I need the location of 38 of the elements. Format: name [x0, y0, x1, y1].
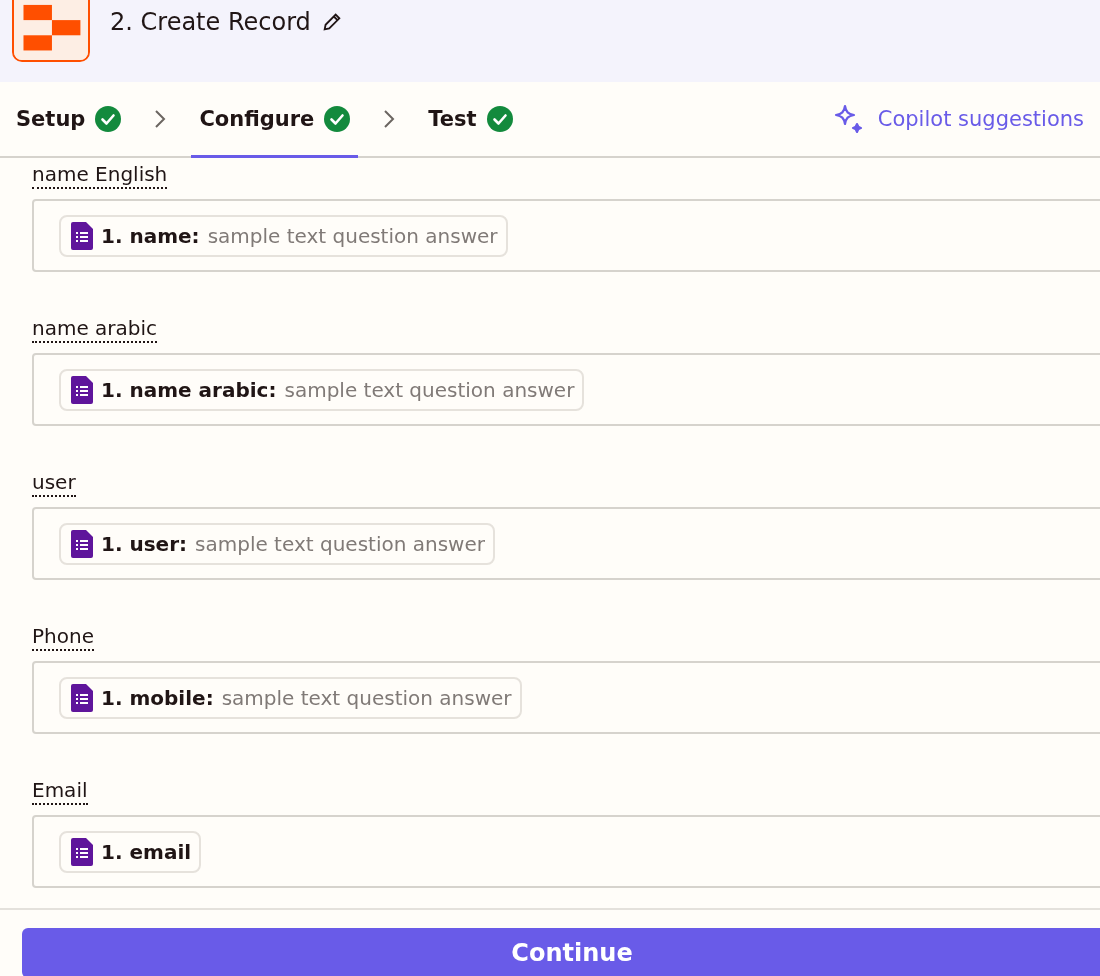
chip-key: 1. user:: [101, 531, 188, 556]
continue-button[interactable]: Continue: [22, 928, 1100, 976]
chevron-right-icon: [382, 109, 397, 129]
chip-key: 1. name arabic:: [101, 377, 277, 402]
chip-answer: sample text question answer: [195, 531, 485, 556]
step-tab[interactable]: Configure: [191, 82, 359, 158]
mapped-value-chip[interactable]: 1. email: [59, 830, 202, 873]
mapped-value-chip[interactable]: 1. mobile: sample text question answer: [59, 676, 522, 719]
form-document-icon: [71, 221, 93, 250]
chevron-right-icon: [153, 109, 168, 129]
mapped-value-chip[interactable]: 1. user: sample text question answer: [59, 522, 495, 565]
input-field[interactable]: 1. name: sample text question answer: [32, 199, 1100, 272]
chip-answer: sample text question answer: [207, 223, 498, 248]
form-document-icon: [71, 837, 93, 866]
app-logo-icon: [12, 0, 90, 62]
form-document-icon: [71, 683, 93, 712]
field-label: name arabic: [32, 316, 158, 343]
field-label: Phone: [32, 624, 94, 651]
chip-answer: sample text question answer: [221, 685, 512, 710]
form-document-icon: [71, 529, 93, 558]
step-tab[interactable]: Setup: [8, 82, 130, 158]
form-document-icon: [71, 375, 93, 404]
step-tab[interactable]: Test: [420, 82, 521, 158]
copilot-suggestions-link[interactable]: Copilot suggestions: [831, 82, 1100, 156]
chip-key: 1. email: [101, 839, 192, 864]
step-title: 2. Create Record: [110, 8, 311, 36]
mapped-value-chip[interactable]: 1. name: sample text question answer: [59, 214, 508, 257]
field-label: Email: [32, 778, 88, 805]
input-field[interactable]: 1. email: [32, 815, 1100, 888]
field-label: name English: [32, 162, 168, 189]
chip-key: 1. name:: [101, 223, 200, 248]
mapped-value-chip[interactable]: 1. name arabic: sample text question answer: [59, 368, 585, 411]
input-field[interactable]: 1. mobile: sample text question answer: [32, 661, 1100, 734]
input-field[interactable]: 1. name arabic: sample text question answer: [32, 353, 1100, 426]
input-field[interactable]: 1. user: sample text question answer: [32, 507, 1100, 580]
chip-answer: sample text question answer: [284, 377, 575, 402]
chip-key: 1. mobile:: [101, 685, 214, 710]
field-label: user: [32, 470, 76, 497]
